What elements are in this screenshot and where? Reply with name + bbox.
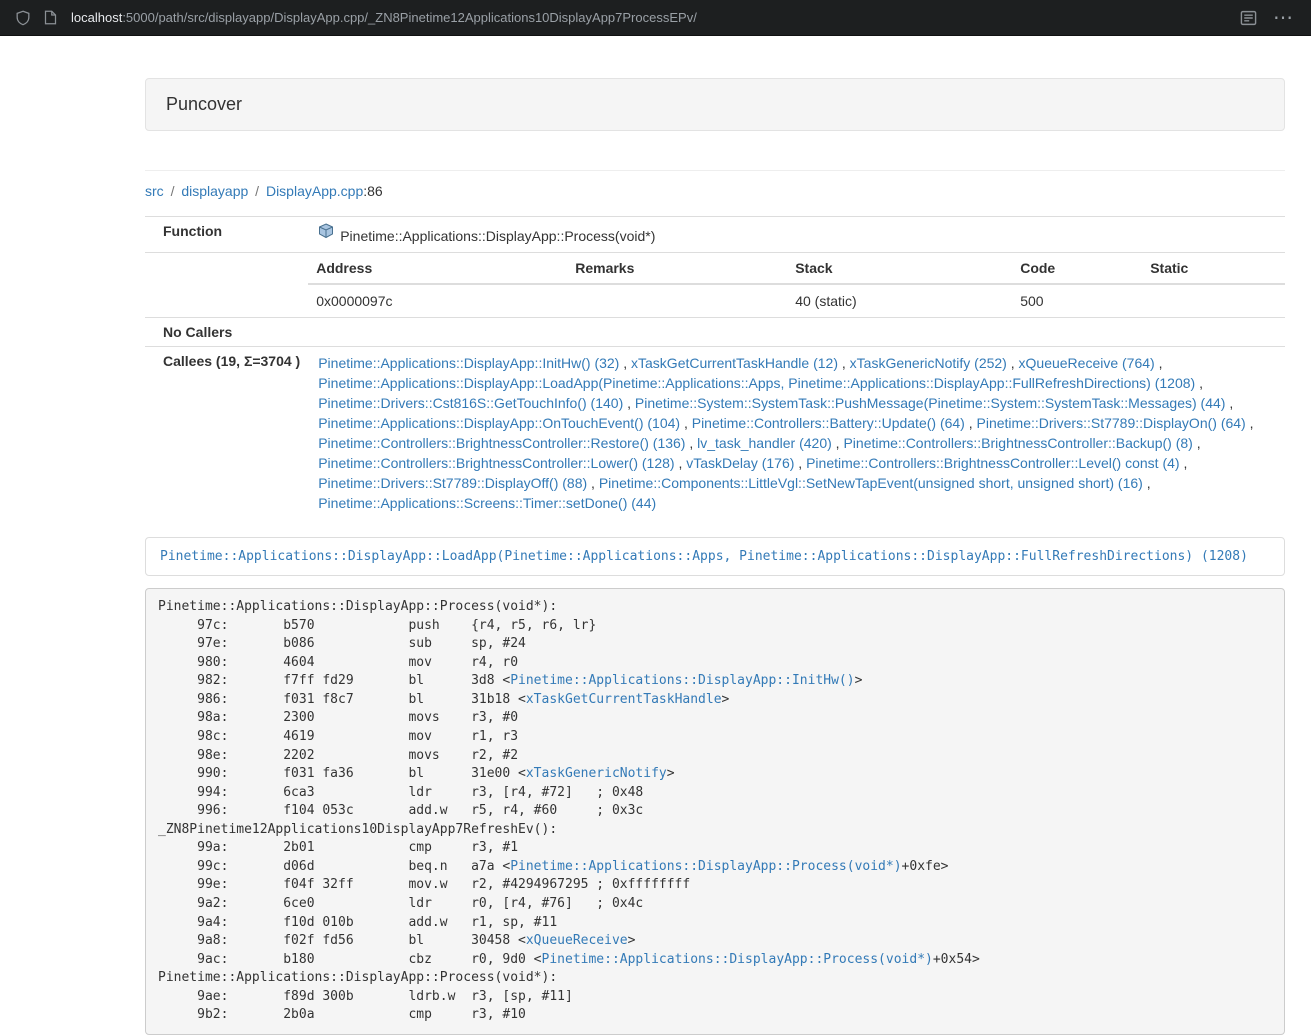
- callee-link[interactable]: Pinetime::Applications::Screens::Timer::…: [318, 495, 656, 511]
- cell-static: [1142, 284, 1285, 317]
- divider: [145, 170, 1285, 171]
- callee-link[interactable]: xQueueReceive (764): [1019, 355, 1155, 371]
- callee-link[interactable]: Pinetime::Applications::DisplayApp::OnTo…: [318, 415, 680, 431]
- disassembly: Pinetime::Applications::DisplayApp::Proc…: [145, 588, 1285, 1035]
- cell-remarks: [567, 284, 787, 317]
- function-name: Pinetime::Applications::DisplayApp::Proc…: [340, 228, 655, 244]
- detail-value-row: 0x0000097c 40 (static) 500: [308, 284, 1285, 317]
- symbol-panel: Pinetime::Applications::DisplayApp::Load…: [145, 537, 1285, 576]
- browser-topbar: localhost:5000/path/src/displayapp/Displ…: [0, 0, 1311, 36]
- callee-link[interactable]: Pinetime::Drivers::St7789::DisplayOn() (…: [977, 415, 1246, 431]
- detail-header-row: Address Remarks Stack Code Static: [308, 253, 1285, 284]
- cell-address: 0x0000097c: [308, 284, 567, 317]
- breadcrumb-displayapp[interactable]: displayapp: [181, 183, 248, 199]
- col-static: Static: [1142, 253, 1285, 284]
- callee-link[interactable]: Pinetime::Components::LittleVgl::SetNewT…: [599, 475, 1143, 491]
- breadcrumb: src / displayapp / DisplayApp.cpp:86: [145, 179, 1285, 203]
- symbol-table: Function Pinetime::Applications::Display…: [145, 216, 1285, 519]
- detail-row: Address Remarks Stack Code Static 0x0000…: [145, 253, 1285, 318]
- callees-row: Callees (19, Σ=3704 ) Pinetime::Applicat…: [145, 347, 1285, 520]
- callee-link[interactable]: xTaskGenericNotify (252): [850, 355, 1007, 371]
- url-host: localhost: [71, 10, 122, 25]
- menu-icon[interactable]: ⋯: [1271, 8, 1295, 28]
- detail-table: Address Remarks Stack Code Static 0x0000…: [308, 253, 1285, 317]
- main-content: Puncover src / displayapp / DisplayApp.c…: [145, 78, 1285, 1035]
- page-icon[interactable]: [44, 10, 57, 25]
- url-bar[interactable]: localhost:5000/path/src/displayapp/Displ…: [71, 10, 697, 25]
- code-symbol-link[interactable]: Pinetime::Applications::DisplayApp::Proc…: [542, 952, 933, 967]
- callee-link[interactable]: Pinetime::Applications::DisplayApp::Init…: [318, 355, 619, 371]
- callee-link[interactable]: Pinetime::System::SystemTask::PushMessag…: [635, 395, 1226, 411]
- callee-link[interactable]: xTaskGetCurrentTaskHandle (12): [631, 355, 838, 371]
- code-symbol-link[interactable]: xQueueReceive: [526, 933, 628, 948]
- function-label: Function: [145, 217, 308, 253]
- col-stack: Stack: [787, 253, 1012, 284]
- callees-list: Pinetime::Applications::DisplayApp::Init…: [308, 347, 1285, 520]
- breadcrumb-separator: /: [255, 183, 259, 199]
- empty-row-label: [145, 253, 308, 318]
- callee-link[interactable]: Pinetime::Controllers::BrightnessControl…: [806, 455, 1179, 471]
- no-callers-label: No Callers: [145, 318, 308, 347]
- page-title: Puncover: [166, 94, 242, 114]
- callee-link[interactable]: lv_task_handler (420): [697, 435, 832, 451]
- symbol-panel-link[interactable]: Pinetime::Applications::DisplayApp::Load…: [160, 549, 1248, 564]
- col-address: Address: [308, 253, 567, 284]
- shield-icon[interactable]: [16, 10, 30, 26]
- breadcrumb-line-number: :86: [363, 183, 382, 199]
- callee-link[interactable]: Pinetime::Drivers::St7789::DisplayOff() …: [318, 475, 587, 491]
- reader-mode-icon[interactable]: [1240, 10, 1257, 26]
- app-title-panel: Puncover: [145, 78, 1285, 131]
- callees-label: Callees (19, Σ=3704 ): [145, 347, 308, 520]
- breadcrumb-src[interactable]: src: [145, 183, 164, 199]
- cell-stack: 40 (static): [787, 284, 1012, 317]
- cell-code: 500: [1012, 284, 1142, 317]
- callee-link[interactable]: Pinetime::Controllers::BrightnessControl…: [318, 435, 685, 451]
- callee-link[interactable]: Pinetime::Drivers::Cst816S::GetTouchInfo…: [318, 395, 623, 411]
- breadcrumb-separator: /: [171, 183, 175, 199]
- url-path: :5000/path/src/displayapp/DisplayApp.cpp…: [122, 10, 697, 25]
- code-symbol-link[interactable]: xTaskGenericNotify: [526, 766, 667, 781]
- no-callers-row: No Callers: [145, 318, 1285, 347]
- function-icon: [318, 223, 334, 244]
- code-symbol-link[interactable]: Pinetime::Applications::DisplayApp::Proc…: [510, 859, 901, 874]
- callee-link[interactable]: vTaskDelay (176): [686, 455, 794, 471]
- callee-link[interactable]: Pinetime::Applications::DisplayApp::Load…: [318, 375, 1195, 391]
- function-row: Function Pinetime::Applications::Display…: [145, 217, 1285, 253]
- callee-link[interactable]: Pinetime::Controllers::Battery::Update()…: [692, 415, 965, 431]
- callee-link[interactable]: Pinetime::Controllers::BrightnessControl…: [318, 455, 674, 471]
- callee-link[interactable]: Pinetime::Controllers::BrightnessControl…: [843, 435, 1192, 451]
- code-symbol-link[interactable]: xTaskGetCurrentTaskHandle: [526, 692, 722, 707]
- breadcrumb-file[interactable]: DisplayApp.cpp: [266, 183, 363, 199]
- col-remarks: Remarks: [567, 253, 787, 284]
- code-symbol-link[interactable]: Pinetime::Applications::DisplayApp::Init…: [510, 673, 854, 688]
- col-code: Code: [1012, 253, 1142, 284]
